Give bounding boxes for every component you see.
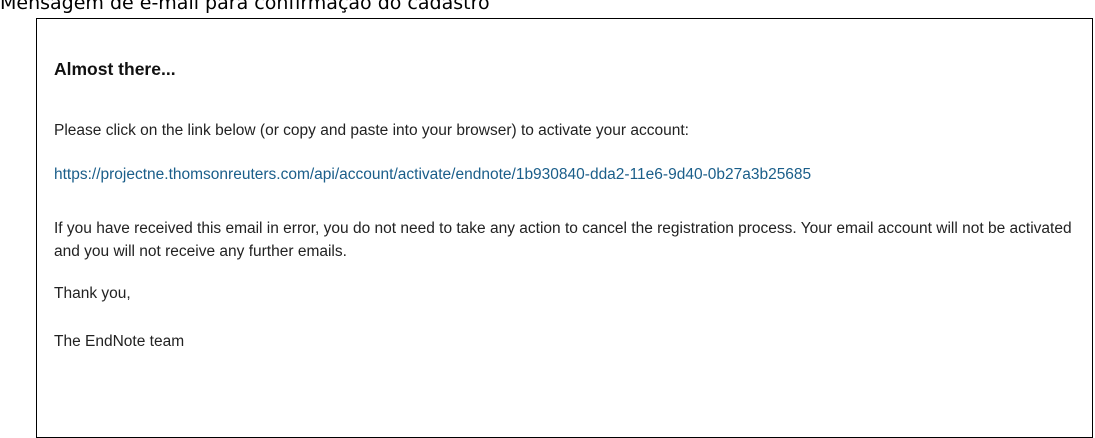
figure-caption: Mensagem de e-mail para confirmação do c…	[0, 0, 490, 14]
error-notice: If you have received this email in error…	[54, 220, 1072, 260]
activation-instruction: Please click on the link below (or copy …	[54, 122, 689, 139]
closing-text: Thank you,	[54, 285, 131, 302]
email-heading: Almost there...	[54, 59, 176, 79]
email-message-frame: Almost there... Please click on the link…	[36, 18, 1093, 438]
signature: The EndNote team	[54, 333, 185, 350]
activation-link[interactable]: https://projectne.thomsonreuters.com/api…	[54, 166, 811, 184]
